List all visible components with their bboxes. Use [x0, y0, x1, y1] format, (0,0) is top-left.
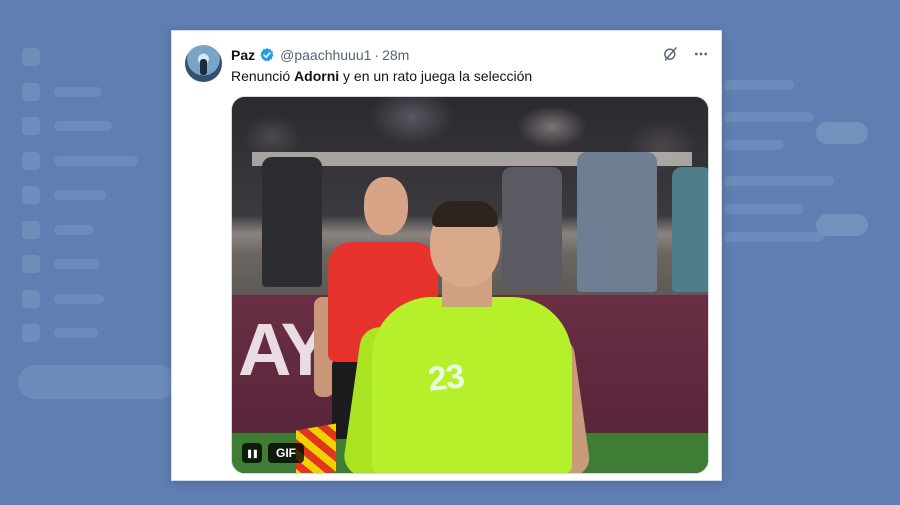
background-nav-item	[22, 144, 172, 179]
tweet-media-gif[interactable]: AYS 23 ❚❚ GIF	[231, 96, 709, 474]
tweet-text-bold: Adorni	[294, 68, 340, 84]
more-icon[interactable]	[693, 46, 709, 62]
background-right-panel	[724, 80, 884, 260]
pause-icon: ❚❚	[246, 448, 258, 458]
author-handle[interactable]: @paachhuuu1	[280, 47, 371, 63]
tweet-card[interactable]: Paz @paachhuuu1 · 28m Renunció Adorni y …	[171, 30, 722, 481]
background-nav-item	[22, 213, 172, 248]
background-nav-item	[22, 247, 172, 282]
background-nav-item	[22, 75, 172, 110]
tweet-text-end: y en un rato juega la selección	[339, 68, 533, 84]
gif-controls: ❚❚ GIF	[242, 443, 304, 463]
verified-badge-icon	[260, 48, 274, 62]
crowd-person	[502, 167, 562, 287]
tweet-text-start: Renunció	[231, 68, 295, 84]
keeper-jersey	[372, 297, 572, 473]
grok-icon[interactable]	[662, 45, 679, 62]
background-nav-item	[22, 316, 172, 351]
tweet-time[interactable]: 28m	[382, 47, 409, 63]
keeper-hair	[432, 201, 498, 227]
background-nav-item	[22, 282, 172, 317]
referee-head	[364, 177, 408, 235]
background-sidebar	[22, 40, 172, 351]
pause-button[interactable]: ❚❚	[242, 443, 262, 463]
jersey-number: 23	[426, 357, 466, 399]
tweet-text: Renunció Adorni y en un rato juega la se…	[231, 68, 532, 84]
background-nav-item	[22, 40, 172, 75]
background-nav-item	[22, 109, 172, 144]
background-nav-item	[22, 178, 172, 213]
crowd-person	[262, 157, 322, 287]
gif-badge: GIF	[268, 443, 304, 463]
avatar[interactable]	[185, 45, 222, 82]
tweet-header: Paz @paachhuuu1 · 28m	[231, 45, 409, 65]
crowd-person	[672, 167, 708, 292]
author-name[interactable]: Paz	[231, 47, 255, 63]
crowd-person	[577, 152, 657, 292]
background-post-button	[18, 365, 176, 399]
header-separator: ·	[374, 47, 380, 63]
tweet-actions-top	[662, 45, 709, 62]
